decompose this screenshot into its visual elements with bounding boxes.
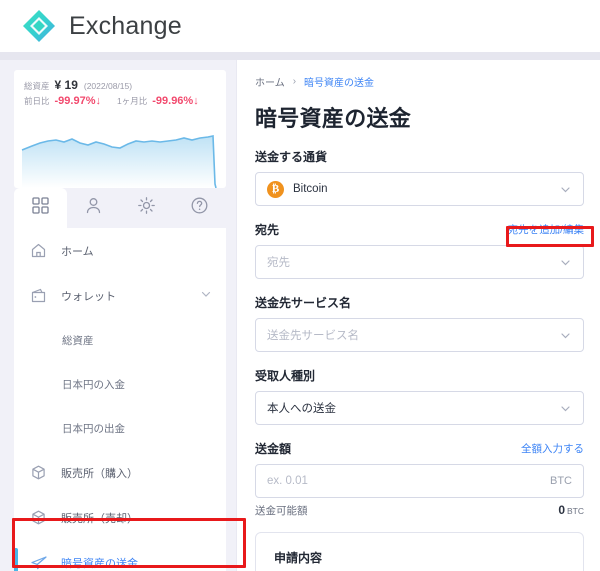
chevron-down-icon[interactable]: [200, 287, 212, 305]
sidebar-tabs: [14, 188, 226, 228]
fill-max-amount-link[interactable]: 全額入力する: [521, 441, 584, 456]
sidebar-item-wallet[interactable]: ウォレット: [14, 273, 226, 318]
sidebar-item-send-crypto[interactable]: 暗号資産の送金: [14, 540, 226, 571]
gear-icon: [137, 196, 156, 220]
field-amount: 送金額 全額入力する ex. 0.01 BTC 送金可能額 0 BTC: [255, 440, 584, 518]
destination-select[interactable]: 宛先: [255, 245, 584, 279]
sidebar-subitem-total-assets[interactable]: 総資産: [14, 318, 226, 362]
send-plane-icon: [30, 554, 52, 571]
portfolio-month-change: -99.96%↓: [152, 95, 199, 107]
service-label: 送金先サービス名: [255, 296, 352, 310]
breadcrumb-current[interactable]: 暗号資産の送金: [304, 74, 374, 89]
chevron-down-icon[interactable]: [559, 256, 572, 269]
sidebar-item-label: 総資産: [62, 334, 94, 347]
sidebar-item-label: ホーム: [61, 245, 94, 258]
amount-unit: BTC: [550, 475, 572, 487]
available-balance-value: 0 BTC: [558, 503, 584, 517]
breadcrumb-home[interactable]: ホーム: [255, 74, 285, 89]
sidebar-nav: ホーム ウォレット 総資産 日本円の入金 日本円の出金 販売所（購入） 販売所（…: [14, 228, 226, 571]
portfolio-day-change: -99.97%↓: [54, 95, 101, 107]
cube-icon: [30, 509, 52, 526]
grid-icon: [31, 196, 50, 220]
tab-account[interactable]: [67, 188, 120, 228]
chevron-down-icon[interactable]: [559, 329, 572, 342]
tab-help[interactable]: [173, 188, 226, 228]
portfolio-total-row: 総資産 ¥ 19 (2022/08/15): [24, 78, 226, 92]
portfolio-total-label: 総資産: [24, 81, 50, 91]
field-currency: 送金する通貨 ₿ Bitcoin: [255, 148, 584, 206]
recipient-type-label: 受取人種別: [255, 369, 316, 383]
app-header: Exchange: [0, 0, 600, 52]
person-icon: [84, 196, 103, 220]
sidebar-item-label: 販売所（売却）: [61, 512, 138, 525]
sidebar-item-home[interactable]: ホーム: [14, 228, 226, 273]
available-balance-row: 送金可能額 0 BTC: [255, 503, 584, 518]
available-balance-number: 0: [558, 503, 565, 517]
help-circle-icon: [190, 196, 209, 220]
brand-name: Exchange: [69, 11, 182, 40]
currency-label: 送金する通貨: [255, 150, 328, 164]
sidebar-item-label: 販売所（購入）: [61, 467, 138, 480]
recipient-type-select[interactable]: 本人への送金: [255, 391, 584, 425]
portfolio-date: (2022/08/15): [83, 81, 133, 91]
cube-icon: [30, 464, 52, 481]
sidebar-subitem-jpy-withdraw[interactable]: 日本円の出金: [14, 406, 226, 450]
recipient-type-value: 本人への送金: [267, 403, 336, 415]
amount-label: 送金額: [255, 442, 292, 456]
bitcoin-icon: ₿: [267, 180, 284, 198]
summary-title: 申請内容: [274, 551, 323, 565]
page-body: 総資産 ¥ 19 (2022/08/15) 前日比 -99.97%↓ 1ヶ月比 …: [0, 60, 600, 571]
sidebar-item-sell[interactable]: 販売所（売却）: [14, 495, 226, 540]
tab-dashboard[interactable]: [14, 188, 67, 228]
sidebar-item-label: 日本円の出金: [62, 422, 125, 435]
portfolio-day-label: 前日比: [24, 96, 50, 106]
sidebar-subitem-jpy-deposit[interactable]: 日本円の入金: [14, 362, 226, 406]
home-icon: [30, 242, 52, 259]
available-balance-unit: BTC: [567, 506, 584, 516]
portfolio-month-label: 1ヶ月比: [117, 96, 148, 106]
page-title: 暗号資産の送金: [255, 106, 412, 131]
destination-placeholder: 宛先: [267, 257, 290, 269]
breadcrumb: ホーム › 暗号資産の送金: [255, 74, 584, 89]
active-indicator-bar: [14, 548, 18, 571]
main-content: ホーム › 暗号資産の送金 暗号資産の送金 送金する通貨 ₿ Bitcoin 宛…: [236, 60, 600, 571]
diamond-logo-icon: [22, 9, 56, 43]
sidebar-item-label: 日本円の入金: [62, 378, 125, 391]
currency-value: Bitcoin: [293, 183, 328, 195]
sidebar: 総資産 ¥ 19 (2022/08/15) 前日比 -99.97%↓ 1ヶ月比 …: [0, 60, 236, 571]
field-recipient-type: 受取人種別 本人への送金: [255, 367, 584, 425]
service-placeholder: 送金先サービス名: [267, 330, 359, 342]
sidebar-item-label: 暗号資産の送金: [61, 557, 138, 570]
breadcrumb-separator: ›: [292, 76, 297, 87]
wallet-icon: [30, 287, 52, 304]
amount-placeholder: ex. 0.01: [267, 475, 308, 487]
available-balance-label: 送金可能額: [255, 505, 308, 517]
sidebar-item-label: ウォレット: [61, 290, 116, 303]
tab-settings[interactable]: [120, 188, 173, 228]
app-window: Exchange 総資産 ¥ 19 (2022/08/15) 前日比 -99.9…: [0, 0, 600, 571]
field-service-name: 送金先サービス名 送金先サービス名: [255, 294, 584, 352]
chevron-down-icon[interactable]: [559, 183, 572, 196]
portfolio-change-row: 前日比 -99.97%↓ 1ヶ月比 -99.96%↓: [24, 95, 226, 107]
sidebar-item-buy[interactable]: 販売所（購入）: [14, 450, 226, 495]
currency-select[interactable]: ₿ Bitcoin: [255, 172, 584, 206]
header-band: [0, 52, 600, 60]
destination-label: 宛先: [255, 223, 280, 237]
amount-input[interactable]: ex. 0.01 BTC: [255, 464, 584, 498]
service-select[interactable]: 送金先サービス名: [255, 318, 584, 352]
chevron-down-icon[interactable]: [559, 402, 572, 415]
application-summary-card: 申請内容: [255, 532, 584, 571]
field-destination: 宛先 宛先を追加/編集 宛先: [255, 221, 584, 279]
portfolio-total-value: ¥ 19: [54, 78, 78, 92]
add-edit-destination-link[interactable]: 宛先を追加/編集: [508, 222, 584, 237]
portfolio-card: 総資産 ¥ 19 (2022/08/15) 前日比 -99.97%↓ 1ヶ月比 …: [14, 70, 226, 188]
portfolio-sparkline-chart: [21, 135, 217, 188]
